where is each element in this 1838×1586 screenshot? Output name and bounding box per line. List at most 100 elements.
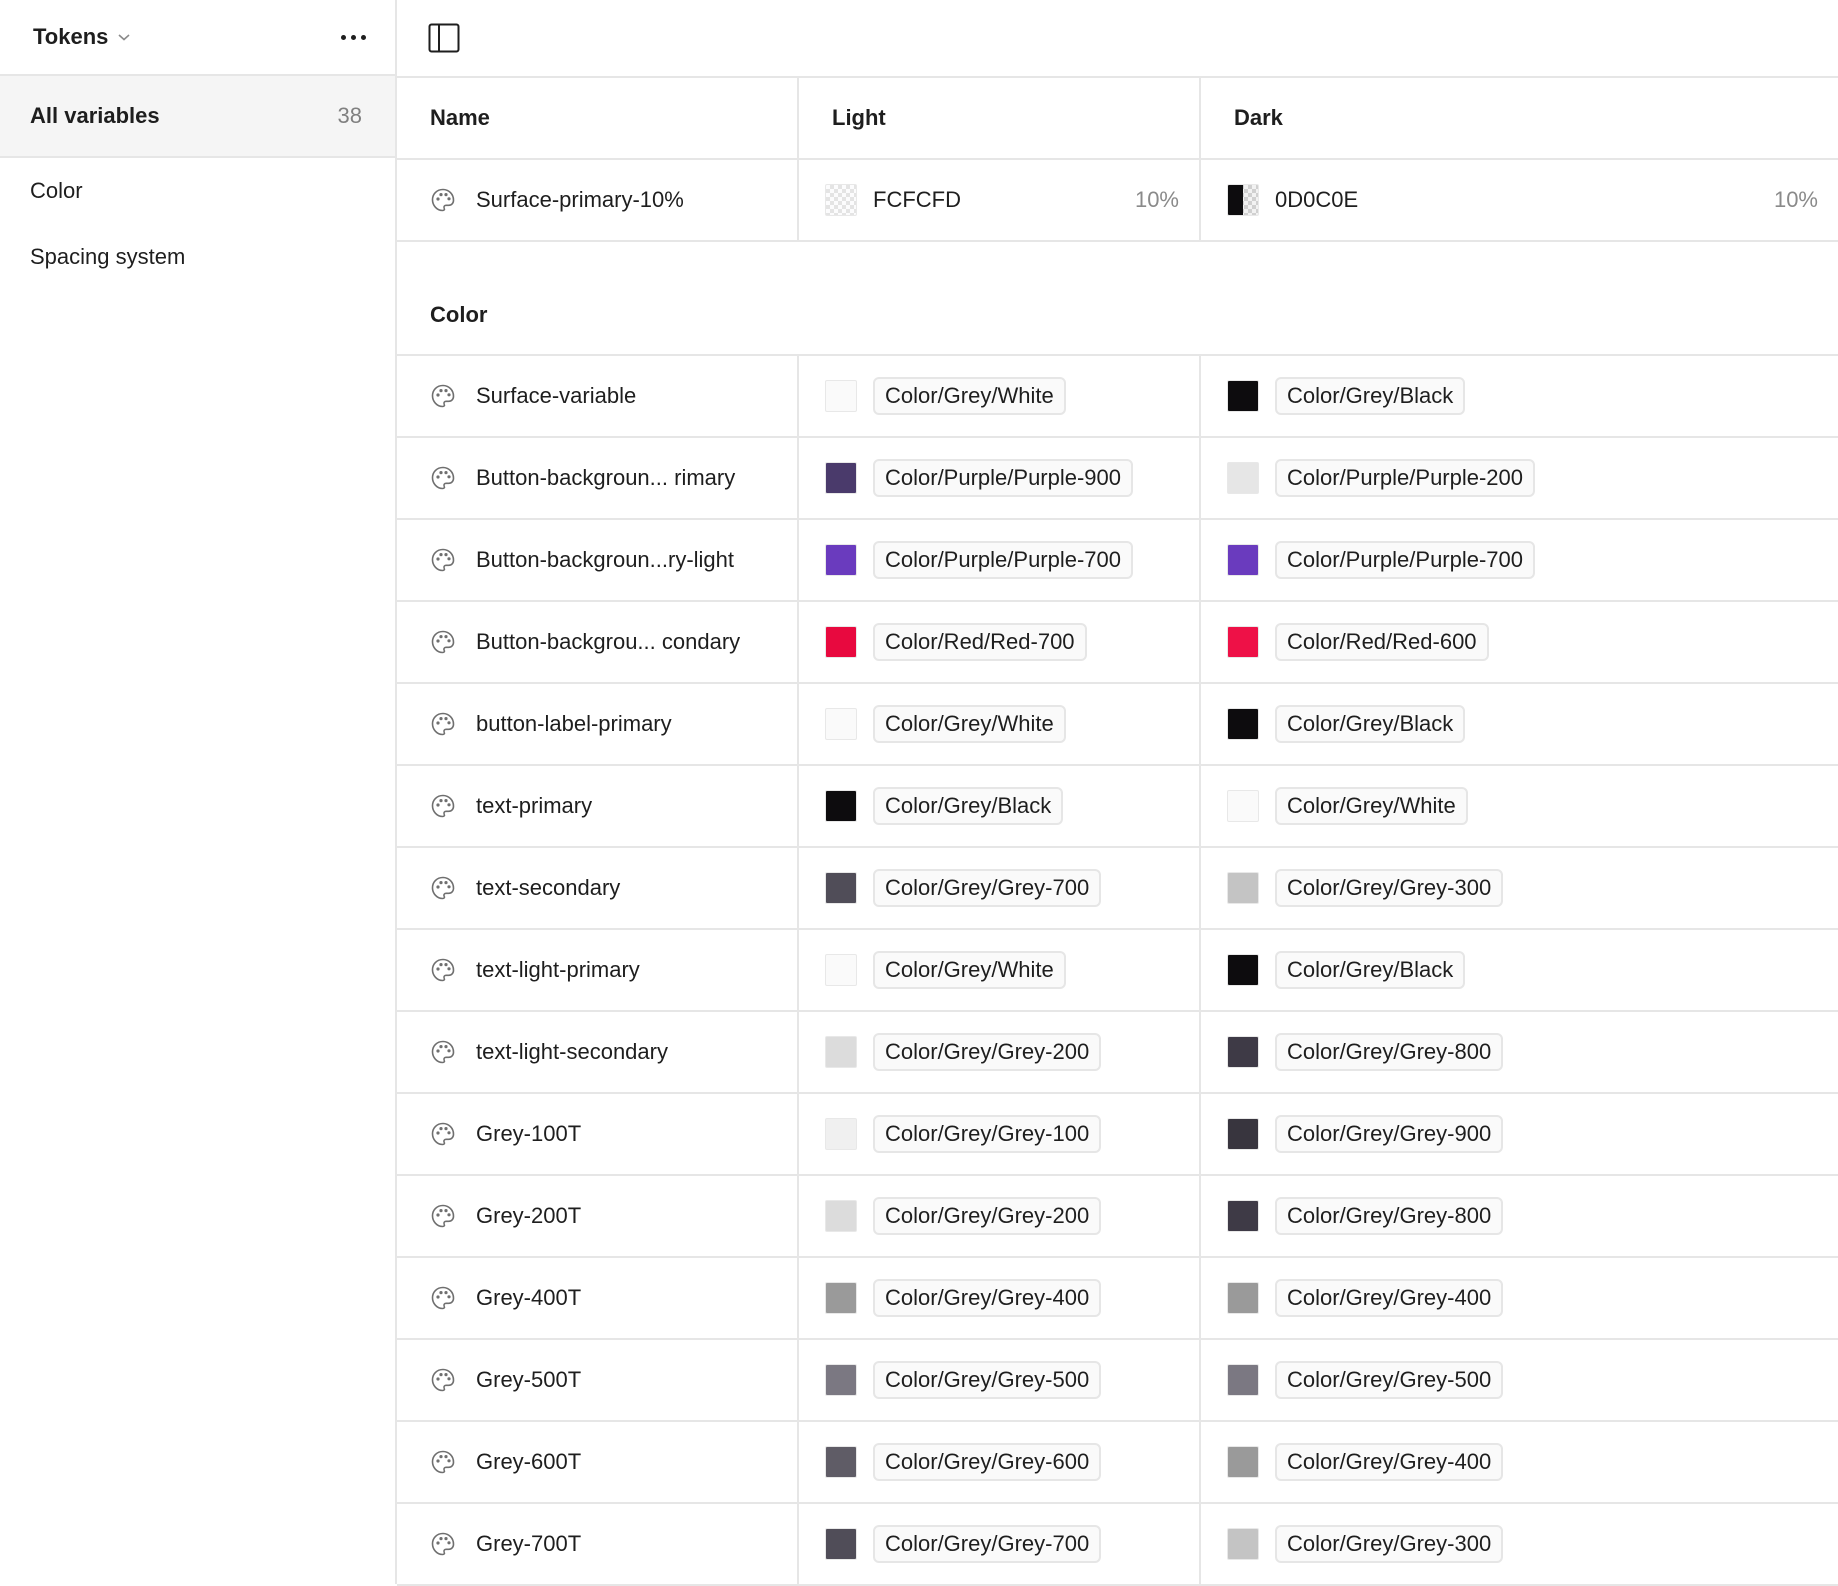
dark-value-cell[interactable]: Color/Grey/Grey-300 <box>1201 1504 1838 1584</box>
table-row[interactable]: text-light-secondary Color/Grey/Grey-200… <box>397 1012 1838 1094</box>
color-swatch[interactable] <box>1227 626 1259 658</box>
color-swatch[interactable] <box>825 462 857 494</box>
table-row[interactable]: Surface-variable Color/Grey/White Color/… <box>397 356 1838 438</box>
color-swatch[interactable] <box>825 790 857 822</box>
variable-name-cell[interactable]: Surface-variable <box>397 356 799 436</box>
color-swatch[interactable] <box>1227 1446 1259 1478</box>
dark-value-cell[interactable]: Color/Grey/Grey-400 <box>1201 1422 1838 1502</box>
chevron-down-icon[interactable] <box>117 32 131 42</box>
light-value-cell[interactable]: Color/Purple/Purple-900 <box>799 438 1201 518</box>
color-swatch[interactable] <box>825 872 857 904</box>
color-swatch[interactable] <box>1227 954 1259 986</box>
variable-name-cell[interactable]: Grey-600T <box>397 1422 799 1502</box>
dark-value-cell[interactable]: Color/Purple/Purple-200 <box>1201 438 1838 518</box>
light-value-cell[interactable]: Color/Grey/Grey-700 <box>799 848 1201 928</box>
alias-pill[interactable]: Color/Grey/Grey-400 <box>1275 1443 1504 1481</box>
alias-pill[interactable]: Color/Purple/Purple-700 <box>1275 541 1536 579</box>
light-value-cell[interactable]: Color/Purple/Purple-700 <box>799 520 1201 600</box>
variable-name-cell[interactable]: Grey-100T <box>397 1094 799 1174</box>
table-row[interactable]: Grey-100T Color/Grey/Grey-100 Color/Grey… <box>397 1094 1838 1176</box>
light-value-cell[interactable]: FCFCFD 10% <box>799 160 1201 240</box>
sidebar-item-all-variables[interactable]: All variables 38 <box>0 76 395 158</box>
variable-name-cell[interactable]: Grey-700T <box>397 1504 799 1584</box>
alias-pill[interactable]: Color/Grey/Grey-800 <box>1275 1033 1504 1071</box>
column-header-name[interactable]: Name <box>397 78 799 158</box>
color-swatch[interactable] <box>1227 790 1259 822</box>
color-swatch[interactable] <box>1227 1036 1259 1068</box>
color-swatch[interactable] <box>825 380 857 412</box>
light-value-cell[interactable]: Color/Grey/White <box>799 356 1201 436</box>
sidebar-item-spacing-system[interactable]: Spacing system <box>0 224 395 290</box>
opacity-value[interactable]: 10% <box>1135 187 1179 213</box>
table-row[interactable]: text-light-primary Color/Grey/White Colo… <box>397 930 1838 1012</box>
color-swatch[interactable] <box>1227 708 1259 740</box>
table-row[interactable]: Grey-700T Color/Grey/Grey-700 Color/Grey… <box>397 1504 1838 1586</box>
color-swatch[interactable] <box>1227 462 1259 494</box>
color-swatch[interactable] <box>1227 1364 1259 1396</box>
alias-pill[interactable]: Color/Grey/Grey-700 <box>873 869 1102 907</box>
color-swatch[interactable] <box>1227 184 1259 216</box>
alias-pill[interactable]: Color/Red/Red-600 <box>1275 623 1489 661</box>
color-swatch[interactable] <box>825 1446 857 1478</box>
color-swatch[interactable] <box>1227 380 1259 412</box>
table-row[interactable]: Grey-200T Color/Grey/Grey-200 Color/Grey… <box>397 1176 1838 1258</box>
alias-pill[interactable]: Color/Grey/White <box>873 705 1066 743</box>
alias-pill[interactable]: Color/Purple/Purple-200 <box>1275 459 1536 497</box>
color-swatch[interactable] <box>825 954 857 986</box>
alias-pill[interactable]: Color/Grey/White <box>1275 787 1468 825</box>
dark-value-cell[interactable]: Color/Grey/Black <box>1201 684 1838 764</box>
alias-pill[interactable]: Color/Grey/Grey-200 <box>873 1033 1102 1071</box>
color-swatch[interactable] <box>1227 544 1259 576</box>
variable-name-cell[interactable]: text-secondary <box>397 848 799 928</box>
table-row[interactable]: Surface-primary-10% FCFCFD 10% 0D0C0E 10… <box>397 160 1838 242</box>
color-swatch[interactable] <box>825 708 857 740</box>
alias-pill[interactable]: Color/Grey/Grey-100 <box>873 1115 1102 1153</box>
table-row[interactable]: Grey-500T Color/Grey/Grey-500 Color/Grey… <box>397 1340 1838 1422</box>
column-header-light[interactable]: Light <box>799 78 1201 158</box>
sidebar-item-color[interactable]: Color <box>0 158 395 224</box>
light-value-cell[interactable]: Color/Grey/White <box>799 684 1201 764</box>
opacity-value[interactable]: 10% <box>1774 187 1818 213</box>
alias-pill[interactable]: Color/Purple/Purple-900 <box>873 459 1134 497</box>
alias-pill[interactable]: Color/Grey/White <box>873 951 1066 989</box>
variable-name-cell[interactable]: text-light-primary <box>397 930 799 1010</box>
table-row[interactable]: Button-backgrou... condary Color/Red/Red… <box>397 602 1838 684</box>
hex-value[interactable]: 0D0C0E <box>1275 187 1358 213</box>
light-value-cell[interactable]: Color/Grey/Grey-500 <box>799 1340 1201 1420</box>
dark-value-cell[interactable]: Color/Red/Red-600 <box>1201 602 1838 682</box>
color-swatch[interactable] <box>825 626 857 658</box>
table-row[interactable]: Grey-400T Color/Grey/Grey-400 Color/Grey… <box>397 1258 1838 1340</box>
alias-pill[interactable]: Color/Grey/Grey-900 <box>1275 1115 1504 1153</box>
dark-value-cell[interactable]: Color/Grey/Grey-300 <box>1201 848 1838 928</box>
table-row[interactable]: button-label-primary Color/Grey/White Co… <box>397 684 1838 766</box>
alias-pill[interactable]: Color/Grey/Black <box>1275 951 1466 989</box>
dark-value-cell[interactable]: Color/Purple/Purple-700 <box>1201 520 1838 600</box>
variable-name-cell[interactable]: Button-backgroun...ry-light <box>397 520 799 600</box>
color-swatch[interactable] <box>1227 1200 1259 1232</box>
table-row[interactable]: text-secondary Color/Grey/Grey-700 Color… <box>397 848 1838 930</box>
dark-value-cell[interactable]: Color/Grey/White <box>1201 766 1838 846</box>
hex-value[interactable]: FCFCFD <box>873 187 961 213</box>
table-row[interactable]: Grey-600T Color/Grey/Grey-600 Color/Grey… <box>397 1422 1838 1504</box>
color-swatch[interactable] <box>1227 1528 1259 1560</box>
variable-name-cell[interactable]: text-light-secondary <box>397 1012 799 1092</box>
variable-name-cell[interactable]: Button-backgroun... rimary <box>397 438 799 518</box>
column-header-dark[interactable]: Dark <box>1201 78 1838 158</box>
light-value-cell[interactable]: Color/Grey/Grey-400 <box>799 1258 1201 1338</box>
variable-name-cell[interactable]: Surface-primary-10% <box>397 160 799 240</box>
light-value-cell[interactable]: Color/Grey/Black <box>799 766 1201 846</box>
alias-pill[interactable]: Color/Purple/Purple-700 <box>873 541 1134 579</box>
variable-name-cell[interactable]: Grey-400T <box>397 1258 799 1338</box>
more-options-icon[interactable] <box>337 27 370 48</box>
color-swatch[interactable] <box>825 1528 857 1560</box>
alias-pill[interactable]: Color/Grey/Grey-500 <box>873 1361 1102 1399</box>
table-row[interactable]: text-primary Color/Grey/Black Color/Grey… <box>397 766 1838 848</box>
light-value-cell[interactable]: Color/Grey/Grey-100 <box>799 1094 1201 1174</box>
dark-value-cell[interactable]: 0D0C0E 10% <box>1201 160 1838 240</box>
alias-pill[interactable]: Color/Grey/Grey-800 <box>1275 1197 1504 1235</box>
alias-pill[interactable]: Color/Grey/Grey-200 <box>873 1197 1102 1235</box>
dark-value-cell[interactable]: Color/Grey/Grey-900 <box>1201 1094 1838 1174</box>
dark-value-cell[interactable]: Color/Grey/Grey-800 <box>1201 1012 1838 1092</box>
collection-title[interactable]: Tokens <box>33 24 108 50</box>
alias-pill[interactable]: Color/Grey/Grey-700 <box>873 1525 1102 1563</box>
